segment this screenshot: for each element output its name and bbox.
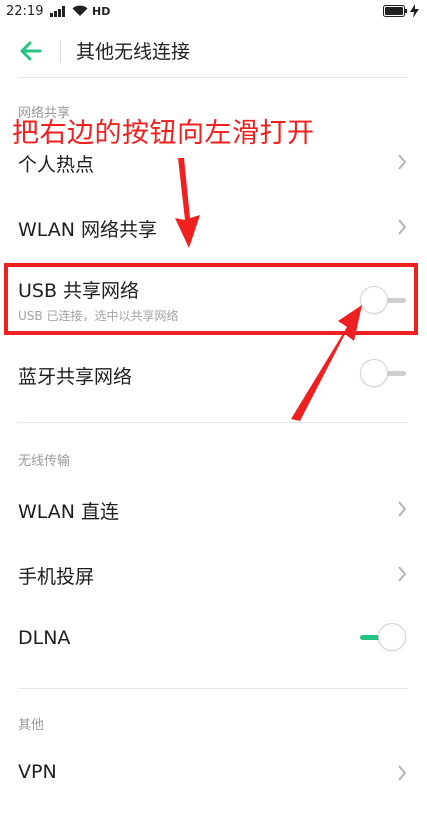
chevron-right-icon xyxy=(398,765,407,781)
chevron-right-icon xyxy=(398,501,407,517)
bluetooth-tethering-toggle[interactable] xyxy=(360,358,406,390)
status-bar: 22:19 HD xyxy=(0,0,427,24)
row-label: WLAN 直连 xyxy=(18,501,120,523)
charging-icon xyxy=(410,4,419,18)
header-separator xyxy=(60,40,61,62)
toggle-knob xyxy=(360,359,388,387)
row-label: VPN xyxy=(18,761,57,783)
section-header-wireless-transfer: 无线传输 xyxy=(18,454,71,469)
row-label: WLAN 网络共享 xyxy=(18,219,158,241)
settings-row-screen-cast[interactable]: 手机投屏 xyxy=(0,542,427,604)
app-header: 其他无线连接 xyxy=(0,26,427,76)
signal-icon xyxy=(50,6,65,17)
section-divider xyxy=(18,688,408,689)
toggle-knob xyxy=(378,623,406,651)
chevron-right-icon xyxy=(398,154,407,170)
settings-row-dlna[interactable]: DLNA xyxy=(0,607,427,669)
battery-icon xyxy=(383,5,407,17)
settings-row-bluetooth-tethering[interactable]: 蓝牙共享网络 xyxy=(0,342,427,404)
page-title: 其他无线连接 xyxy=(76,41,191,63)
settings-row-vpn[interactable]: VPN xyxy=(0,741,427,803)
row-label: 蓝牙共享网络 xyxy=(18,366,133,388)
row-label: DLNA xyxy=(18,627,71,649)
settings-row-wlan-direct[interactable]: WLAN 直连 xyxy=(0,477,427,539)
section-divider xyxy=(18,422,408,423)
wifi-icon xyxy=(72,5,88,16)
header-divider xyxy=(18,77,408,78)
chevron-right-icon xyxy=(398,219,407,235)
back-arrow-icon[interactable] xyxy=(18,38,44,64)
network-type-label: HD xyxy=(92,5,111,18)
chevron-right-icon xyxy=(398,566,407,582)
annotation-instruction-text: 把右边的按钮向左滑打开 xyxy=(12,118,315,149)
row-label: 个人热点 xyxy=(18,154,95,176)
dlna-toggle[interactable] xyxy=(360,622,406,654)
row-label: 手机投屏 xyxy=(18,566,95,588)
section-header-other: 其他 xyxy=(18,718,45,733)
status-time: 22:19 xyxy=(6,4,44,19)
settings-row-wlan-sharing[interactable]: WLAN 网络共享 xyxy=(0,196,427,258)
annotation-highlight-box xyxy=(4,263,418,335)
